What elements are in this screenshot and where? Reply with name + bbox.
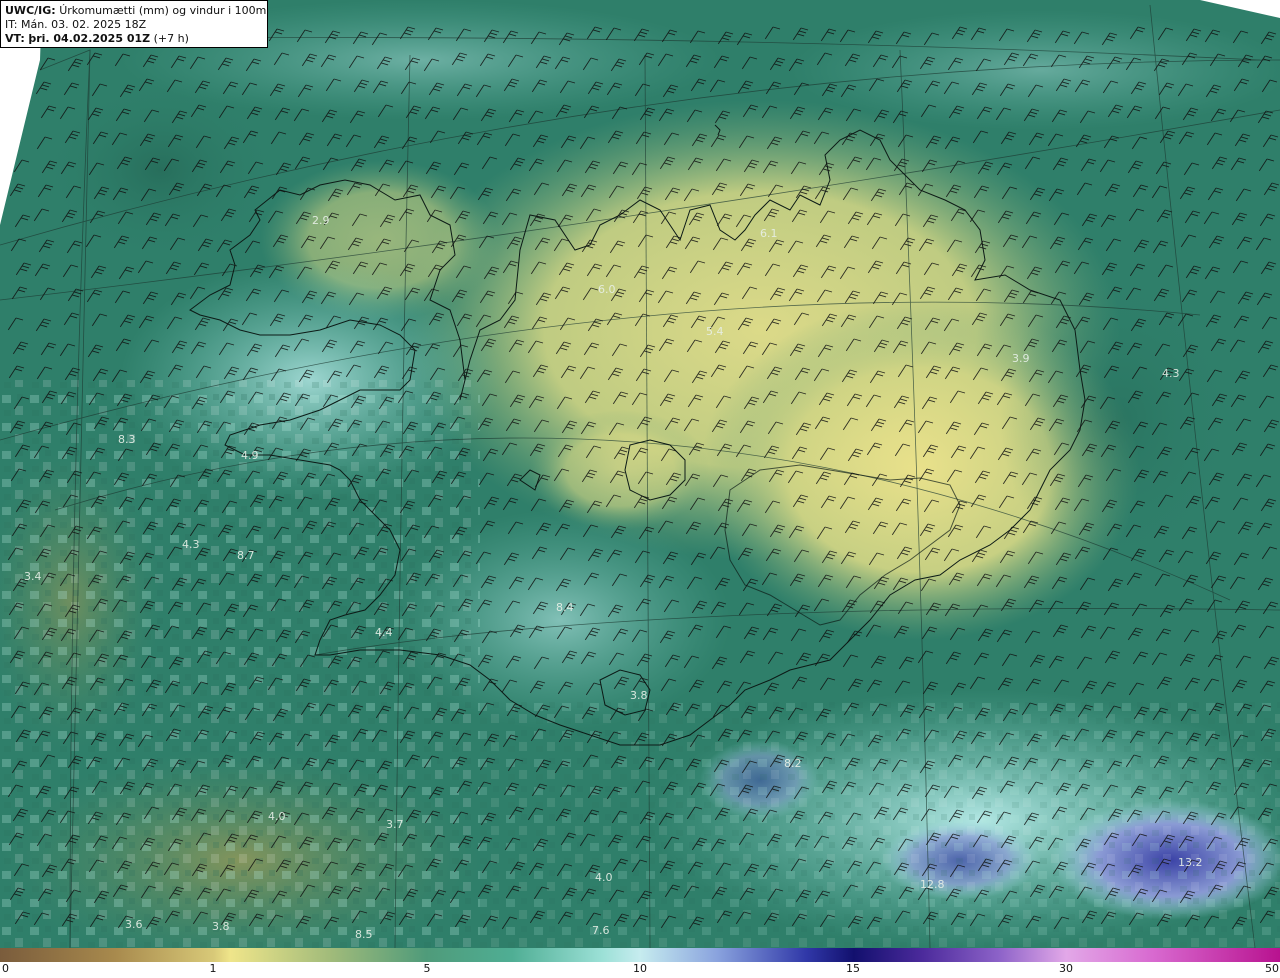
value-label: 4.0 (268, 810, 286, 823)
value-label: 8.5 (355, 928, 373, 941)
legend-tick: 5 (423, 962, 431, 975)
legend-tick: 0 (2, 962, 9, 975)
value-label: 8.4 (556, 601, 574, 614)
value-label: 2.9 (312, 214, 330, 227)
value-label: 3.4 (24, 570, 42, 583)
value-label: 12.8 (920, 878, 945, 891)
legend-tick: 10 (633, 962, 647, 975)
value-label: 3.7 (386, 818, 404, 831)
value-label: 6.0 (598, 283, 616, 296)
lead-time: (+7 h) (153, 32, 189, 45)
legend-tick: 30 (1059, 962, 1073, 975)
value-label: 8.2 (784, 757, 802, 770)
value-label: 3.8 (212, 920, 230, 933)
init-time-label: IT: (5, 18, 18, 31)
value-label: 5.4 (706, 325, 724, 338)
value-label: 8.3 (118, 433, 136, 446)
valid-time-value: þri. 04.02.2025 01Z (28, 32, 151, 45)
color-scale-legend: 0 1 5 10 15 30 50 (0, 948, 1280, 978)
forecast-info-box: UWC/IG: Úrkomumætti (mm) og vindur i 100… (0, 0, 268, 48)
value-label: 4.3 (182, 538, 200, 551)
forecast-map-view: 2.9 6.1 6.0 5.4 3.9 4.3 4.9 8.3 4.3 8.7 … (0, 0, 1280, 978)
value-label: 3.6 (125, 918, 143, 931)
value-label: 8.7 (237, 549, 255, 562)
value-label: 7.6 (592, 924, 610, 937)
title-line: UWC/IG: Úrkomumætti (mm) og vindur i 100… (5, 4, 267, 18)
model-name: UWC/IG: (5, 4, 56, 17)
map-title: Úrkomumætti (mm) og vindur i 100m hæð (59, 4, 267, 17)
valid-time-line: VT: þri. 04.02.2025 01Z (+7 h) (5, 32, 263, 46)
init-time-line: IT: Mán. 03. 02. 2025 18Z (5, 18, 263, 32)
value-label: 13.2 (1178, 856, 1203, 869)
value-label: 4.4 (375, 626, 393, 639)
value-label: 4.3 (1162, 367, 1180, 380)
color-scale-gradient (0, 948, 1280, 962)
value-label: 6.1 (760, 227, 778, 240)
legend-tick: 50 (1265, 962, 1279, 975)
value-label: 4.9 (241, 449, 259, 462)
value-label: 3.8 (630, 689, 648, 702)
init-time-value: Mán. 03. 02. 2025 18Z (20, 18, 147, 31)
precipitation-wind-map: 2.9 6.1 6.0 5.4 3.9 4.3 4.9 8.3 4.3 8.7 … (0, 0, 1280, 948)
legend-tick: 1 (209, 962, 217, 975)
valid-time-label: VT: (5, 32, 25, 45)
value-label: 3.9 (1012, 352, 1030, 365)
value-label: 4.0 (595, 871, 613, 884)
legend-tick: 15 (846, 962, 860, 975)
